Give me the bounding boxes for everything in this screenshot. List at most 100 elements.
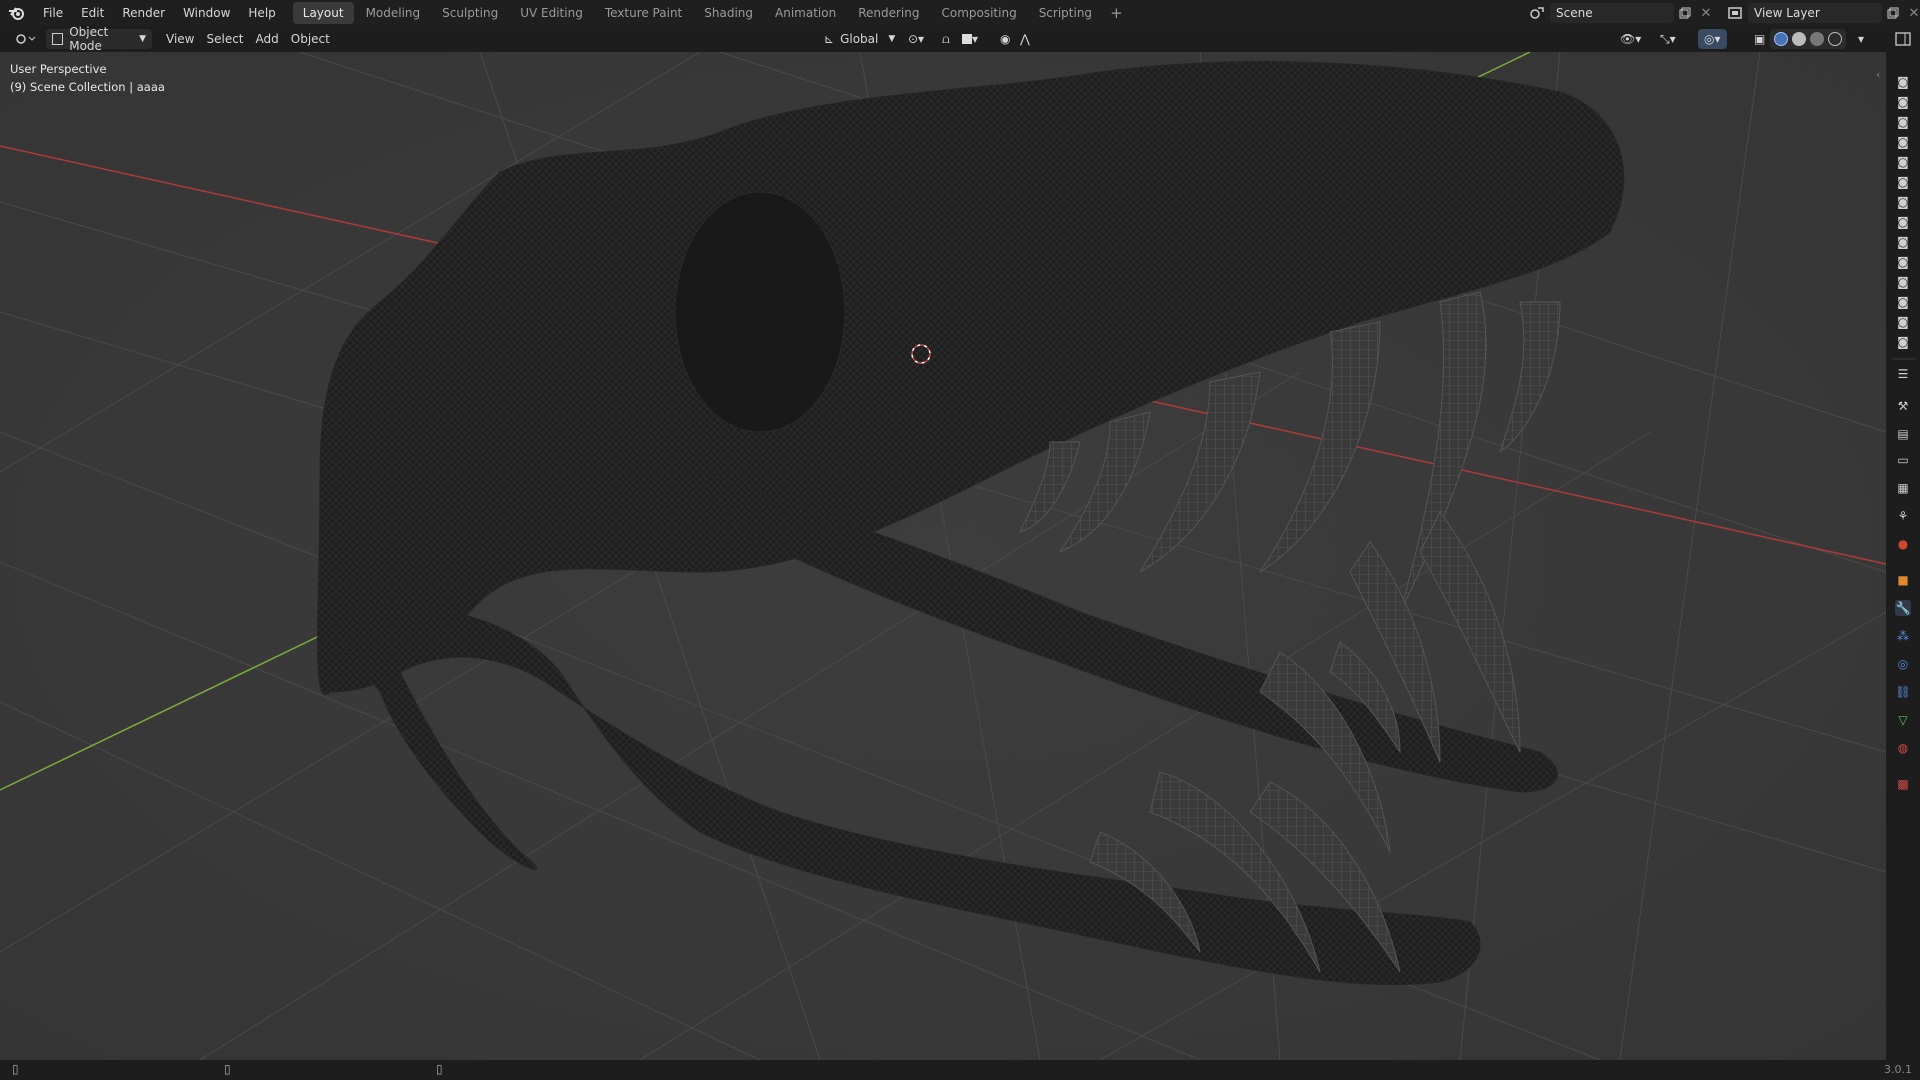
visibility-icon[interactable]: 👁▾ — [1614, 29, 1647, 49]
mouse-middle-icon: ▯ — [224, 1062, 231, 1076]
tab-texture-paint[interactable]: Texture Paint — [595, 2, 692, 24]
new-scene-icon[interactable] — [1674, 3, 1696, 23]
scene-collection-label: (9) Scene Collection | aaaa — [10, 80, 165, 94]
orientation-icon: ⊾ — [824, 32, 835, 46]
texture-properties-icon[interactable]: ▩ — [1895, 776, 1911, 792]
transform-orientation-dropdown[interactable]: ⊾ Global ▼ — [818, 29, 901, 49]
camera-icon[interactable]: ◙ — [1895, 194, 1911, 210]
select-menu[interactable]: Select — [200, 29, 249, 49]
view-layer-name-field[interactable]: View Layer — [1748, 3, 1882, 23]
scene-name-field[interactable]: Scene — [1550, 3, 1674, 23]
camera-icon[interactable]: ◙ — [1895, 134, 1911, 150]
snap-target-icon[interactable]: ▾ — [956, 29, 984, 49]
scene-selector: Scene ✕ — [1524, 3, 1716, 23]
tab-compositing[interactable]: Compositing — [931, 2, 1026, 24]
delete-scene-icon[interactable]: ✕ — [1696, 6, 1716, 21]
xray-icon[interactable]: ▣ — [1748, 29, 1771, 49]
shading-options-icon[interactable]: ▾ — [1852, 29, 1870, 49]
tab-modeling[interactable]: Modeling — [356, 2, 431, 24]
mode-label: Object Mode — [69, 25, 109, 53]
camera-icon[interactable]: ◙ — [1895, 234, 1911, 250]
status-bar: ▯ ▯ ▯ 3.0.1 — [0, 1060, 1920, 1080]
menu-render[interactable]: Render — [113, 0, 174, 26]
camera-icon[interactable]: ◙ — [1895, 254, 1911, 270]
workspace-tabs: Layout Modeling Sculpting UV Editing Tex… — [292, 0, 1129, 26]
chevron-down-icon: ▼ — [139, 34, 146, 44]
camera-icon[interactable]: ◙ — [1895, 94, 1911, 110]
modifier-properties-icon[interactable]: 🔧 — [1895, 600, 1911, 616]
delete-view-layer-icon[interactable]: ✕ — [1904, 6, 1920, 21]
tab-scripting[interactable]: Scripting — [1029, 2, 1102, 24]
camera-icon[interactable]: ◙ — [1895, 314, 1911, 330]
mode-dropdown[interactable]: Object Mode ▼ — [46, 25, 152, 53]
new-view-layer-icon[interactable] — [1882, 3, 1904, 23]
output-properties-icon[interactable]: ▭ — [1895, 452, 1911, 468]
tab-sculpting[interactable]: Sculpting — [432, 2, 508, 24]
scene-name: Scene — [1556, 6, 1593, 20]
main-menu: File Edit Render Window Help — [34, 0, 285, 26]
menu-edit[interactable]: Edit — [72, 0, 113, 26]
camera-icon[interactable]: ◙ — [1895, 74, 1911, 90]
view-layer-name: View Layer — [1754, 6, 1820, 20]
camera-icon[interactable]: ◙ — [1895, 274, 1911, 290]
add-workspace-icon[interactable]: + — [1104, 4, 1129, 22]
viewport-header: Object Mode ▼ View Select Add Object ⊾ G… — [0, 25, 1886, 53]
camera-icon[interactable]: ◙ — [1895, 334, 1911, 350]
object-menu[interactable]: Object — [285, 29, 336, 49]
view-perspective-label: User Perspective — [10, 62, 107, 76]
orientation-label: Global — [840, 32, 879, 46]
scene-browse-icon[interactable] — [1524, 3, 1550, 23]
camera-icon[interactable]: ◙ — [1895, 114, 1911, 130]
view-layer-selector: View Layer ✕ — [1722, 3, 1920, 23]
world-properties-icon[interactable]: ● — [1895, 536, 1911, 552]
falloff-icon[interactable]: ⋀ — [1014, 29, 1036, 49]
scene-properties-icon[interactable]: ⚘ — [1895, 508, 1911, 524]
mouse-right-icon: ▯ — [436, 1062, 443, 1076]
camera-icon[interactable]: ◙ — [1895, 154, 1911, 170]
data-properties-icon[interactable]: ▽ — [1895, 712, 1911, 728]
tab-shading[interactable]: Shading — [694, 2, 763, 24]
object-properties-icon[interactable]: ■ — [1895, 572, 1911, 588]
pivot-point-icon[interactable]: ⊙▾ — [902, 29, 930, 49]
editor-type-icon[interactable] — [8, 29, 42, 49]
snap-icon[interactable]: ⩍ — [936, 29, 956, 49]
tool-properties-icon[interactable]: ⚒ — [1895, 398, 1911, 414]
viewport-scene — [0, 52, 1886, 1060]
top-bar: File Edit Render Window Help Layout Mode… — [0, 0, 1920, 26]
view-menu[interactable]: View — [160, 29, 200, 49]
gizmo-icon[interactable]: ⤡▾ — [1654, 29, 1682, 49]
rendered-shading-icon[interactable] — [1828, 32, 1842, 46]
solid-shading-icon[interactable] — [1792, 32, 1806, 46]
collapse-arrow-icon[interactable]: ‹ — [1876, 68, 1880, 81]
object-mode-icon — [52, 33, 64, 45]
physics-properties-icon[interactable]: ◎ — [1895, 656, 1911, 672]
overlays-icon[interactable]: ◎▾ — [1698, 29, 1727, 49]
properties-tab-bar: ◙ ◙ ◙ ◙ ◙ ◙ ◙ ◙ ◙ ◙ ◙ ◙ ◙ ◙ ☰ ⚒ ▤ ▭ ▦ ⚘ … — [1886, 52, 1920, 1060]
camera-icon[interactable]: ◙ — [1895, 294, 1911, 310]
material-properties-icon[interactable]: ◍ — [1895, 740, 1911, 756]
menu-window[interactable]: Window — [174, 0, 239, 26]
particles-properties-icon[interactable]: ⁂ — [1895, 628, 1911, 644]
shading-modes — [1770, 29, 1846, 49]
tab-uv-editing[interactable]: UV Editing — [510, 2, 593, 24]
view-layer-browse-icon[interactable] — [1722, 3, 1748, 23]
camera-icon[interactable]: ◙ — [1895, 214, 1911, 230]
tab-animation[interactable]: Animation — [765, 2, 846, 24]
menu-help[interactable]: Help — [239, 0, 284, 26]
sidebar-toggle-icon[interactable] — [1894, 30, 1912, 48]
wireframe-shading-icon[interactable] — [1774, 32, 1788, 46]
constraints-properties-icon[interactable]: ⛓ — [1895, 684, 1911, 700]
view-layer-properties-icon[interactable]: ▦ — [1895, 480, 1911, 496]
mouse-left-icon: ▯ — [12, 1062, 19, 1076]
properties-toggle-icon[interactable]: ☰ — [1895, 366, 1911, 382]
chevron-down-icon: ▼ — [888, 34, 896, 44]
tab-rendering[interactable]: Rendering — [848, 2, 929, 24]
camera-icon[interactable]: ◙ — [1895, 174, 1911, 190]
add-menu[interactable]: Add — [250, 29, 285, 49]
blender-logo-icon[interactable] — [0, 0, 34, 26]
menu-file[interactable]: File — [34, 0, 72, 26]
3d-viewport[interactable]: User Perspective (9) Scene Collection | … — [0, 52, 1886, 1060]
tab-layout[interactable]: Layout — [292, 2, 354, 24]
material-shading-icon[interactable] — [1810, 32, 1824, 46]
render-properties-icon[interactable]: ▤ — [1895, 426, 1911, 442]
